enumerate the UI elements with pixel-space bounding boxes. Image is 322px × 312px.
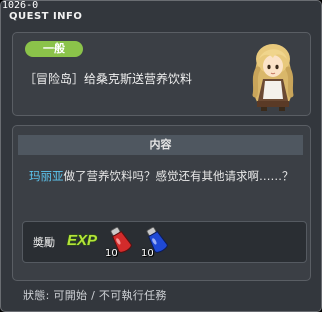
quest-summary-panel: 一般 ［冒险岛］给桑克斯送营养饮料 [12,32,311,116]
svg-text:EXP: EXP [67,232,98,249]
quest-info-window: 1026-0 QUEST INFO 一般 ［冒险岛］给桑克斯送营养饮料 内容 玛… [0,0,322,312]
quest-content-panel: 内容 玛丽亚做了营养饮料吗？感觉还有其他请求啊……？ 奬勵 EXP 10 10 [12,125,311,281]
npc-portrait [252,44,294,111]
titlebar[interactable]: 1026-0 QUEST INFO [1,1,321,25]
content-header: 内容 [18,135,303,155]
quest-name: ［冒险岛］给桑克斯送营养饮料 [24,72,193,86]
quest-description-text: 做了营养饮料吗？感觉还有其他请求啊……？ [63,169,294,183]
red-potion-count: 10 [105,248,118,259]
window-title: QUEST INFO [9,11,83,22]
red-potion-icon[interactable]: 10 [105,225,137,261]
npc-name-link[interactable]: 玛丽亚 [29,169,64,183]
reward-label: 奬勵 [33,236,55,249]
blue-potion-icon[interactable]: 10 [141,225,173,261]
exp-icon: EXP [66,231,98,249]
quest-status: 狀態: 可開始 / 不可執行任務 [23,289,167,302]
reward-box: 奬勵 EXP 10 10 [22,221,307,263]
quest-code: 1026-0 [2,0,39,11]
quest-type-badge: 一般 [25,41,83,57]
blue-potion-count: 10 [141,248,154,259]
quest-description: 玛丽亚做了营养饮料吗？感觉还有其他请求啊……？ [29,168,304,184]
